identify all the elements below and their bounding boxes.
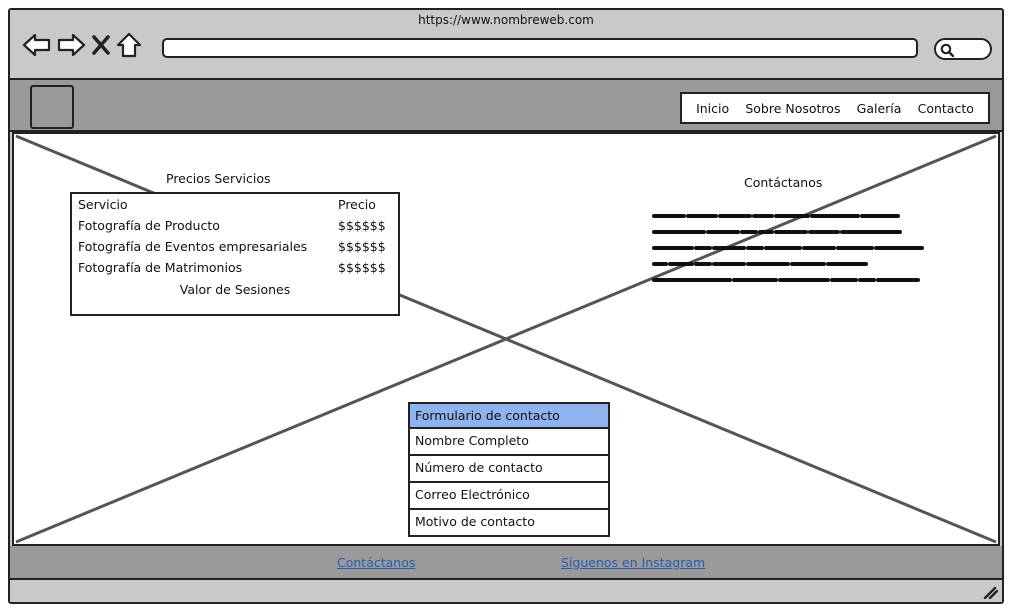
menu-item-inicio[interactable]: Inicio [696,101,729,116]
home-icon[interactable] [116,32,142,58]
pricing-price: $$$$$$ [338,260,386,275]
browser-search-box[interactable] [934,38,992,60]
menu-item-galeria[interactable]: Galería [857,101,902,116]
browser-toolbar: https://www.nombreweb.com [10,10,1002,80]
close-icon[interactable] [90,33,112,57]
pricing-header-service: Servicio [78,197,128,212]
form-field-motivo[interactable]: Motivo de contacto [408,510,610,537]
site-footer: Contáctanos Síguenos en Instagram [10,546,1002,580]
pricing-row: Fotografía de Matrimonios $$$$$$ [78,260,392,278]
form-field-correo[interactable]: Correo Electrónico [408,483,610,510]
address-bar[interactable] [162,38,918,58]
form-field-nombre[interactable]: Nombre Completo [408,429,610,456]
pricing-footer: Valor de Sesiones [179,282,291,297]
contact-form: Formulario de contacto Nombre Completo N… [408,402,610,537]
form-field-telefono[interactable]: Número de contacto [408,456,610,483]
pricing-service: Fotografía de Eventos empresariales [78,239,308,254]
pricing-price: $$$$$$ [338,218,386,233]
browser-window: https://www.nombreweb.com Inicio Sobre N… [8,8,1004,604]
site-header: Inicio Sobre Nosotros Galería Contacto [10,80,1002,132]
menu-item-contacto[interactable]: Contacto [918,101,974,116]
page-url: https://www.nombreweb.com [418,13,594,27]
pricing-header-row: Servicio Precio [78,197,392,215]
main-menu: Inicio Sobre Nosotros Galería Contacto [680,92,990,124]
status-bar [10,580,1002,602]
pricing-service: Fotografía de Producto [78,218,220,233]
resize-grip-icon[interactable] [982,584,999,602]
browser-nav-icons [22,30,142,60]
placeholder-text-scribble [652,214,924,282]
pricing-row: Fotografía de Producto $$$$$$ [78,218,392,236]
contact-title: Contáctanos [744,175,823,190]
pricing-service: Fotografía de Matrimonios [78,260,243,275]
logo-placeholder[interactable] [30,85,74,129]
pricing-price: $$$$$$ [338,239,386,254]
pricing-row: Fotografía de Eventos empresariales $$$$… [78,239,392,257]
pricing-title: Precios Servicios [166,171,271,186]
footer-link-instagram[interactable]: Síguenos en Instagram [561,555,705,570]
form-header: Formulario de contacto [408,402,610,429]
pricing-table: Servicio Precio Fotografía de Producto $… [70,192,400,316]
pricing-header-price: Precio [338,197,376,212]
footer-link-contactanos[interactable]: Contáctanos [337,555,415,570]
main-content: Precios Servicios Servicio Precio Fotogr… [12,132,1000,546]
forward-arrow-icon[interactable] [56,32,86,58]
back-arrow-icon[interactable] [22,32,52,58]
menu-item-sobre-nosotros[interactable]: Sobre Nosotros [745,101,840,116]
